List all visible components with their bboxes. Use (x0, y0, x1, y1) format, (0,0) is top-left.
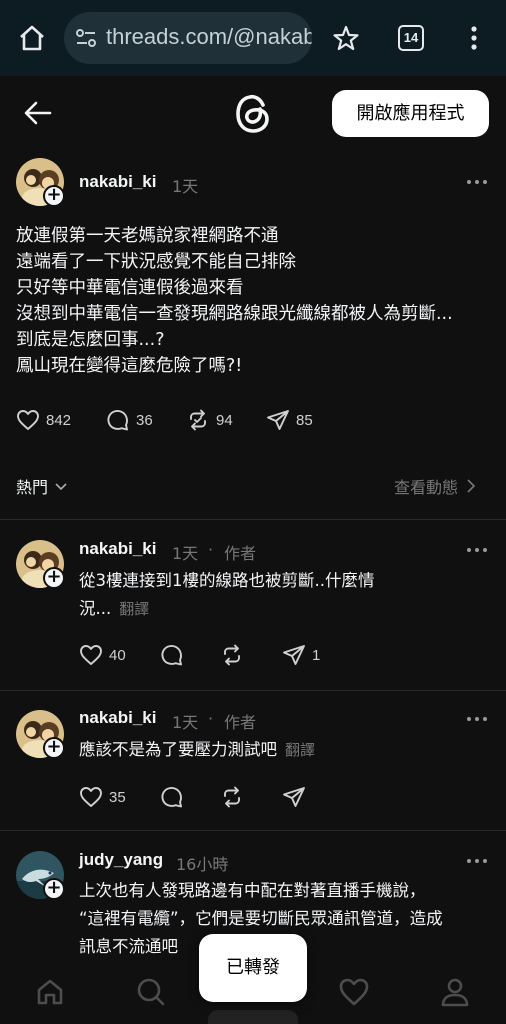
repost-icon (190, 409, 206, 431)
reply-line: 況... (79, 599, 112, 618)
comment-icon (161, 787, 182, 808)
reply-username[interactable]: nakabi_ki (79, 708, 157, 728)
repost-count: 94 (216, 411, 233, 429)
comment-icon (107, 410, 128, 431)
translate-link[interactable]: 翻譯 (285, 741, 315, 759)
post-line: 沒想到中華電信一查發現網路線跟光纖線都被人為剪斷... (16, 304, 453, 324)
like-button[interactable]: 842 (16, 408, 71, 432)
author-tag: 作者 (224, 713, 257, 732)
reply-line: 從3樓連接到1樓的線路也被剪斷..什麼情 (79, 571, 375, 590)
like-button[interactable]: 35 (79, 785, 126, 809)
url-text[interactable]: threads.com/@nakabi_ki (106, 24, 312, 50)
tab-switcher-button[interactable]: 14 (398, 25, 424, 51)
browser-menu-icon[interactable] (462, 24, 486, 52)
post-line: 鳳山現在變得這麼危險了嗎?! (16, 356, 243, 376)
reply-time: 1天 (172, 544, 199, 563)
view-activity-link[interactable]: 查看動態 (394, 474, 476, 498)
reposted-toast: 已轉發 (199, 934, 307, 1002)
reply-line: “這裡有電纜”，它們是要切斷民眾通訊管道，造成 (79, 909, 443, 928)
comment-icon (161, 645, 182, 666)
heart-icon (80, 787, 102, 807)
site-settings-icon[interactable] (74, 26, 98, 50)
more-options-icon[interactable] (467, 548, 489, 554)
like-count: 35 (109, 788, 126, 806)
reply-button[interactable]: 36 (106, 408, 153, 432)
reply-body: 應該不是為了要壓力測試吧 翻譯 (79, 736, 315, 764)
back-arrow-icon[interactable] (22, 97, 54, 129)
send-icon (283, 787, 305, 807)
more-options-icon[interactable] (467, 717, 489, 723)
address-bar[interactable]: threads.com/@nakabi_ki (64, 12, 312, 64)
meta-separator: · (208, 540, 214, 559)
reply-time: 1天 (172, 713, 199, 732)
meta-separator: · (208, 709, 214, 728)
like-button[interactable]: 40 (79, 643, 126, 667)
repost-button[interactable] (220, 643, 244, 667)
divider (0, 519, 506, 520)
heart-icon (17, 410, 39, 430)
sort-dropdown[interactable]: 熱門 (16, 474, 68, 498)
share-count: 1 (312, 646, 321, 664)
home-icon[interactable] (18, 24, 46, 52)
divider (0, 830, 506, 831)
share-button[interactable]: 85 (266, 408, 313, 432)
reply-username[interactable]: nakabi_ki (79, 539, 157, 559)
share-button[interactable] (282, 785, 306, 809)
activity-heart-icon[interactable] (338, 976, 370, 1008)
home-nav-icon[interactable] (34, 976, 66, 1008)
post-line: 只好等中華電信連假後過來看 (16, 278, 244, 298)
send-icon (267, 410, 289, 430)
sort-label: 熱門 (16, 478, 49, 497)
heart-icon (80, 645, 102, 665)
post-body: 放連假第一天老媽說家裡網路不通 遠端看了一下狀況感覺不能自己排除 只好等中華電信… (16, 223, 496, 379)
repost-button[interactable]: 94 (186, 408, 233, 432)
like-count: 40 (109, 646, 126, 664)
browser-toolbar: threads.com/@nakabi_ki 14 (0, 0, 506, 76)
share-button[interactable]: 1 (282, 643, 320, 667)
reply-count: 36 (136, 411, 153, 429)
chevron-right-icon (467, 479, 476, 493)
post-time: 1天 (172, 177, 199, 196)
follow-plus-icon[interactable]: + (43, 737, 65, 759)
repost-icon (224, 644, 240, 666)
repost-button[interactable] (220, 785, 244, 809)
reply-body: 從3樓連接到1樓的線路也被剪斷..什麼情 況... 翻譯 (79, 567, 375, 623)
author-tag: 作者 (224, 544, 257, 563)
like-count: 842 (46, 411, 72, 429)
translate-link[interactable]: 翻譯 (119, 600, 149, 618)
threads-logo-icon[interactable] (233, 93, 273, 135)
post-line: 到底是怎麼回事...? (16, 330, 165, 350)
reply-line: 上次也有人發現路邊有中配在對著直播手機說， (79, 881, 426, 900)
chevron-down-icon (55, 483, 67, 491)
share-count: 85 (296, 411, 313, 429)
more-options-icon[interactable] (467, 859, 489, 865)
follow-plus-icon[interactable]: + (43, 567, 65, 589)
profile-nav-icon[interactable] (439, 976, 471, 1008)
more-options-icon[interactable] (467, 180, 489, 186)
follow-plus-icon[interactable]: + (43, 185, 65, 207)
divider (0, 690, 506, 691)
reply-button[interactable] (160, 785, 184, 809)
open-app-button[interactable]: 開啟應用程式 (332, 90, 489, 137)
post-line: 遠端看了一下狀況感覺不能自己排除 (16, 252, 296, 272)
reply-time: 16小時 (176, 855, 229, 874)
post-line: 放連假第一天老媽說家裡網路不通 (16, 226, 279, 246)
send-icon (283, 645, 305, 665)
post-username[interactable]: nakabi_ki (79, 172, 157, 192)
reply-button[interactable] (160, 643, 184, 667)
reply-username[interactable]: judy_yang (79, 850, 163, 870)
view-activity-label: 查看動態 (394, 478, 459, 497)
repost-icon (224, 786, 240, 808)
bookmark-star-icon[interactable] (332, 24, 360, 52)
compose-tab[interactable] (208, 1010, 298, 1024)
follow-plus-icon[interactable]: + (43, 878, 65, 900)
reply-line: 應該不是為了要壓力測試吧 (79, 740, 277, 759)
search-nav-icon[interactable] (135, 976, 167, 1008)
